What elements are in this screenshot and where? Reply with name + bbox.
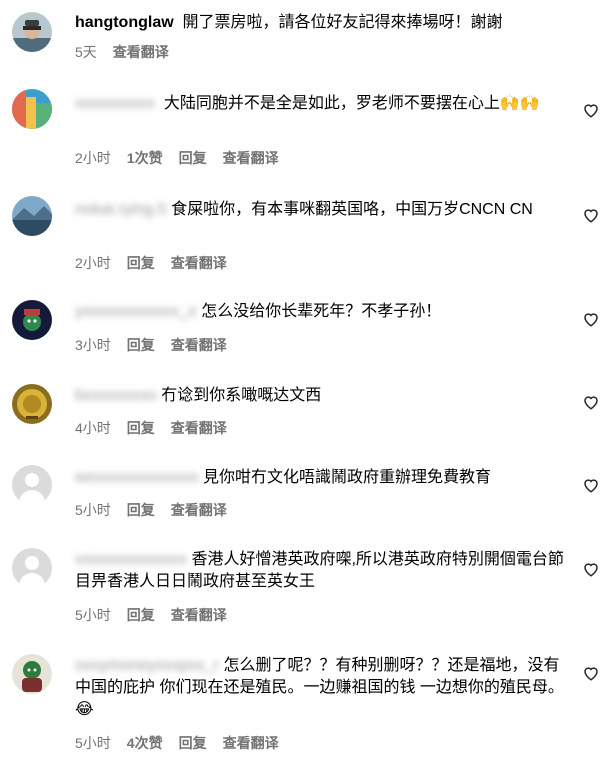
comment-time: 5小时	[75, 502, 111, 518]
comment-meta: 5天 查看翻译	[75, 42, 185, 62]
avatar[interactable]	[12, 89, 52, 129]
see-translation-link[interactable]: 查看翻译	[223, 150, 279, 166]
reply-button[interactable]: 回复	[127, 255, 155, 271]
reply-button[interactable]: 回复	[179, 150, 207, 166]
comment-body: oxxymoneyxxxpxx_r 怎么删了呢？？有种别删呀？？还是福地，没有中…	[75, 655, 565, 721]
comment-username[interactable]: oxxymoneyxxxpxx_r	[75, 655, 219, 677]
reply-button[interactable]: 回复	[127, 337, 155, 353]
comment-body: hangtonglaw 開了票房啦，請各位好友記得來捧場呀！謝謝	[75, 12, 565, 34]
likes-count[interactable]: 4次赞	[127, 735, 163, 751]
comment-time: 5天	[75, 44, 97, 60]
avatar[interactable]	[12, 300, 52, 340]
comment-meta: 5小时 回复 查看翻译	[75, 605, 243, 625]
comment-username[interactable]: wxxxxxxxxxxxxxx	[75, 467, 199, 489]
heart-icon[interactable]	[582, 476, 600, 494]
comment-body: wxxxxxxxxxxxxxx 見你咁冇文化唔識鬧政府重辦理免費教育	[75, 467, 565, 489]
see-translation-link[interactable]: 查看翻译	[171, 420, 227, 436]
comment-username[interactable]: yxxxxxxxxxxxx_o	[75, 301, 197, 323]
comment-text: 怎么没给你长辈死年？不孝子孙！	[201, 303, 442, 320]
comment-meta: 5小时 回复 查看翻译	[75, 500, 243, 520]
comment-time: 2小时	[75, 255, 111, 271]
comment-time: 3小时	[75, 337, 111, 353]
likes-count[interactable]: 1次赞	[127, 150, 163, 166]
comment-body: xxxxxxxxxx 大陆同胞并不是全是如此，罗老师不要摆在心上🙌🙌	[75, 93, 565, 115]
see-translation-link[interactable]: 查看翻译	[113, 44, 169, 60]
see-translation-link[interactable]: 查看翻译	[223, 735, 279, 751]
comment-username[interactable]: hangtonglaw	[75, 14, 174, 31]
see-translation-link[interactable]: 查看翻译	[171, 255, 227, 271]
reply-button[interactable]: 回复	[127, 502, 155, 518]
comment-meta: 2小时 回复 查看翻译	[75, 253, 243, 273]
comment-username[interactable]: xxxxxxxxxx	[75, 93, 155, 115]
avatar[interactable]	[12, 12, 52, 52]
avatar[interactable]	[12, 384, 52, 424]
comment-time: 5小时	[75, 607, 111, 623]
avatar[interactable]	[12, 654, 52, 694]
comment-text: 食屎啦你，有本事咪翻英国咯，中国万岁CNCN CN	[171, 201, 533, 218]
comment-meta: 4小时 回复 查看翻译	[75, 418, 243, 438]
comment-time: 5小时	[75, 735, 111, 751]
comment-meta: 5小时 4次赞 回复 查看翻译	[75, 733, 295, 753]
reply-button[interactable]: 回复	[179, 735, 207, 751]
heart-icon[interactable]	[582, 393, 600, 411]
comment-text: 開了票房啦，請各位好友記得來捧場呀！謝謝	[182, 14, 503, 31]
avatar[interactable]	[12, 548, 52, 588]
reply-button[interactable]: 回复	[127, 607, 155, 623]
comment-username[interactable]: vxxxxxxxxxxxxx	[75, 549, 187, 571]
comment-body: nokat.rying.5 食屎啦你，有本事咪翻英国咯，中国万岁CNCN CN	[75, 199, 565, 221]
see-translation-link[interactable]: 查看翻译	[171, 337, 227, 353]
comment-text: 見你咁冇文化唔識鬧政府重辦理免費教育	[203, 469, 492, 486]
reply-button[interactable]: 回复	[127, 420, 155, 436]
comment-text: 大陆同胞并不是全是如此，罗老师不要摆在心上🙌🙌	[163, 95, 540, 112]
heart-icon[interactable]	[582, 310, 600, 328]
see-translation-link[interactable]: 查看翻译	[171, 607, 227, 623]
avatar[interactable]	[12, 465, 52, 505]
comment-time: 2小时	[75, 150, 111, 166]
avatar[interactable]	[12, 196, 52, 236]
comment-time: 4小时	[75, 420, 111, 436]
comment-username[interactable]: bxxxxxxxxo	[75, 385, 157, 407]
comment-body: vxxxxxxxxxxxxx 香港人好憎港英政府㗎,所以港英政府特別開個電台節目…	[75, 549, 565, 593]
comment-meta: 3小时 回复 查看翻译	[75, 335, 243, 355]
see-translation-link[interactable]: 查看翻译	[171, 502, 227, 518]
comment-text: 冇谂到你系噉嘅达文西	[161, 387, 322, 404]
heart-icon[interactable]	[582, 664, 600, 682]
comment-body: bxxxxxxxxo 冇谂到你系噉嘅达文西	[75, 385, 565, 407]
heart-icon[interactable]	[582, 560, 600, 578]
heart-icon[interactable]	[582, 206, 600, 224]
heart-icon[interactable]	[582, 101, 600, 119]
comment-meta: 2小时 1次赞 回复 查看翻译	[75, 148, 295, 168]
comment-username[interactable]: nokat.rying.5	[75, 199, 167, 221]
comment-body: yxxxxxxxxxxxx_o 怎么没给你长辈死年？不孝子孙！	[75, 301, 565, 323]
